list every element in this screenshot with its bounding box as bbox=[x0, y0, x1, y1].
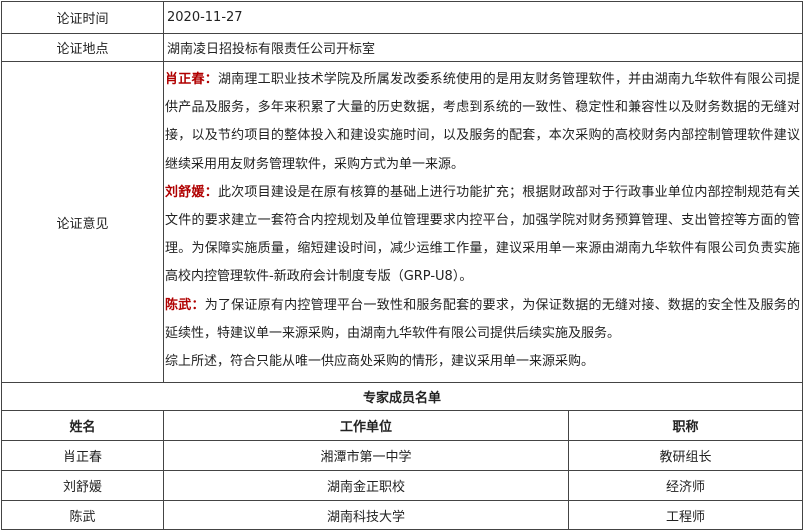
header-name-cell: 姓名 bbox=[1, 410, 164, 441]
header-title: 职称 bbox=[672, 420, 699, 435]
expert-name: 肖正春 bbox=[62, 450, 102, 465]
opinion-paragraph: 肖正春：湖南理工职业技术学院及所属发改委系统使用的是用友财务管理软件，并由湖南九… bbox=[165, 66, 800, 179]
place-label-cell: 论证地点 bbox=[1, 33, 164, 62]
place-label: 论证地点 bbox=[56, 42, 109, 57]
table-cell-title: 工程师 bbox=[568, 500, 803, 530]
table-cell-title: 经济师 bbox=[568, 470, 803, 501]
opinion-paragraph: 陈武：为了保证原有内控管理平台一致性和服务配套的要求，为保证数据的无缝对接、数据… bbox=[165, 292, 800, 348]
expert-name: 刘舒媛 bbox=[62, 480, 102, 495]
expert-unit: 湘潭市第一中学 bbox=[320, 450, 412, 465]
time-value-cell: 2020-11-27 bbox=[163, 1, 803, 34]
table-cell-unit: 湖南科技大学 bbox=[163, 500, 569, 530]
expert-title: 工程师 bbox=[665, 509, 705, 525]
header-unit-cell: 工作单位 bbox=[163, 410, 569, 441]
expert-name: 陈武 bbox=[69, 509, 96, 525]
place-value-cell: 湖南凌日招投标有限责任公司开标室 bbox=[163, 33, 803, 62]
speaker-name: 刘舒媛： bbox=[165, 184, 218, 200]
opinion-text: 为了保证原有内控管理平台一致性和服务配套的要求，为保证数据的无缝对接、数据的安全… bbox=[165, 297, 800, 341]
expert-unit: 湖南金正职校 bbox=[326, 480, 405, 495]
table-cell-name: 陈武 bbox=[1, 500, 164, 530]
table-cell-name: 刘舒媛 bbox=[1, 470, 164, 501]
expert-title: 教研组长 bbox=[659, 450, 712, 465]
table-cell-unit: 湘潭市第一中学 bbox=[163, 440, 569, 471]
place-value: 湖南凌日招投标有限责任公司开标室 bbox=[167, 42, 376, 57]
speaker-name: 肖正春： bbox=[165, 72, 218, 87]
time-value: 2020-11-27 bbox=[167, 10, 243, 25]
expert-title: 经济师 bbox=[665, 480, 705, 495]
experts-title: 专家成员名单 bbox=[362, 391, 441, 406]
table-cell-name: 肖正春 bbox=[1, 440, 164, 471]
opinion-label: 论证意见 bbox=[56, 216, 109, 232]
table-cell-unit: 湖南金正职校 bbox=[163, 470, 569, 501]
experts-title-cell: 专家成员名单 bbox=[1, 382, 803, 411]
opinion-text: 此次项目建设是在原有核算的基础上进行功能扩充；根据财政部对于行政事业单位内部控制… bbox=[165, 184, 800, 285]
header-title-cell: 职称 bbox=[568, 410, 803, 441]
time-label: 论证时间 bbox=[56, 12, 109, 27]
opinion-paragraph: 刘舒媛：此次项目建设是在原有核算的基础上进行功能扩充；根据财政部对于行政事业单位… bbox=[165, 179, 800, 292]
speaker-name: 陈武： bbox=[165, 297, 205, 313]
table-cell-title: 教研组长 bbox=[568, 440, 803, 471]
time-label-cell: 论证时间 bbox=[1, 1, 164, 34]
header-name: 姓名 bbox=[69, 420, 96, 435]
opinion-text: 湖南理工职业技术学院及所属发改委系统使用的是用友财务管理软件，并由湖南九华软件有… bbox=[165, 72, 800, 172]
header-unit: 工作单位 bbox=[339, 420, 392, 435]
conclusion-text: 综上所述，符合只能从唯一供应商处采购的情形，建议采用单一来源采购。 bbox=[165, 354, 595, 370]
opinion-label-cell: 论证意见 bbox=[1, 61, 164, 383]
expert-unit: 湖南科技大学 bbox=[326, 509, 405, 525]
opinion-content: 肖正春：湖南理工职业技术学院及所属发改委系统使用的是用友财务管理软件，并由湖南九… bbox=[163, 61, 803, 383]
